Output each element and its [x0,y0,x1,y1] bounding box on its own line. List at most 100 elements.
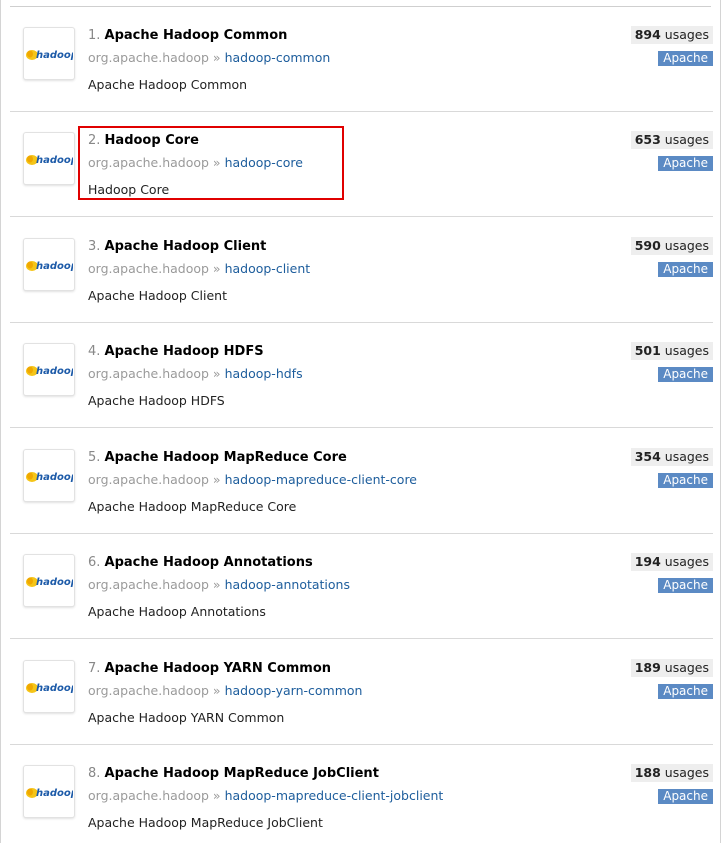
hadoop-elephant-icon: hadoop [26,682,73,694]
artifact-name-link[interactable]: Apache Hadoop Client [105,239,267,254]
license-badge[interactable]: Apache [658,789,713,804]
artifact-id-link[interactable]: hadoop-mapreduce-client-jobclient [225,788,444,803]
usage-count: 501 [634,343,661,358]
usage-label: usages [664,449,709,464]
list-item: hadoop 4. Apache Hadoop HDFS org.apache.… [10,323,713,428]
license-badge[interactable]: Apache [658,578,713,593]
artifact-name-link[interactable]: Apache Hadoop Annotations [105,555,313,570]
artifact-name-link[interactable]: Apache Hadoop YARN Common [105,661,332,676]
usage-count: 188 [634,765,661,780]
result-index: 4. [88,344,101,359]
usage-label: usages [664,238,709,253]
group-id-link[interactable]: org.apache.hadoop [88,577,209,592]
breadcrumb-separator: » [212,50,221,65]
result-index: 6. [88,555,101,570]
artifact-description: Apache Hadoop MapReduce JobClient [88,815,323,830]
artifact-title: 5. Apache Hadoop MapReduce Core [88,449,347,467]
group-id-link[interactable]: org.apache.hadoop [88,788,209,803]
artifact-title: 2. Hadoop Core [88,132,199,150]
hadoop-logo-icon[interactable]: hadoop [23,660,75,713]
artifact-id-link[interactable]: hadoop-mapreduce-client-core [225,472,417,487]
logo-text: hadoop [36,788,73,799]
artifact-title: 4. Apache Hadoop HDFS [88,343,264,361]
hadoop-logo-icon[interactable]: hadoop [23,449,75,502]
result-index: 3. [88,239,101,254]
artifact-description: Apache Hadoop Common [88,77,248,92]
logo-text: hadoop [36,261,73,272]
usages-badge[interactable]: 653 usages [630,131,713,149]
artifact-name-link[interactable]: Apache Hadoop HDFS [105,344,264,359]
artifact-description: Hadoop Core [88,182,170,197]
usage-label: usages [664,554,709,569]
group-id-link[interactable]: org.apache.hadoop [88,155,209,170]
usage-count: 354 [634,449,661,464]
usages-badge[interactable]: 590 usages [630,237,713,255]
breadcrumb-separator: » [212,472,221,487]
usage-label: usages [664,27,709,42]
artifact-id-link[interactable]: hadoop-hdfs [225,366,303,381]
breadcrumb-separator: » [212,261,221,276]
license-badge[interactable]: Apache [658,262,713,277]
logo-text: hadoop [36,577,73,588]
license-badge[interactable]: Apache [658,367,713,382]
group-id-link[interactable]: org.apache.hadoop [88,261,209,276]
artifact-description: Apache Hadoop HDFS [88,393,225,408]
usage-count: 653 [634,132,661,147]
result-index: 2. [88,133,101,148]
license-badge[interactable]: Apache [658,51,713,66]
breadcrumb-separator: » [212,577,221,592]
artifact-name-link[interactable]: Apache Hadoop MapReduce Core [105,450,347,465]
artifact-title: 7. Apache Hadoop YARN Common [88,660,331,678]
hadoop-elephant-icon: hadoop [26,787,73,799]
usages-badge[interactable]: 354 usages [630,448,713,466]
breadcrumb-separator: » [212,155,221,170]
hadoop-elephant-icon: hadoop [26,471,73,483]
hadoop-logo-icon[interactable]: hadoop [23,27,75,80]
artifact-id-link[interactable]: hadoop-yarn-common [225,683,363,698]
hadoop-logo-icon[interactable]: hadoop [23,343,75,396]
usage-label: usages [664,765,709,780]
logo-text: hadoop [36,472,73,483]
license-badge[interactable]: Apache [658,684,713,699]
artifact-id-link[interactable]: hadoop-common [225,50,331,65]
results-panel: hadoop 1. Apache Hadoop Common org.apach… [0,0,721,843]
result-index: 7. [88,661,101,676]
hadoop-elephant-icon: hadoop [26,576,73,588]
hadoop-logo-icon[interactable]: hadoop [23,238,75,291]
artifact-coordinates: org.apache.hadoop » hadoop-yarn-common [88,682,362,700]
hadoop-logo-icon[interactable]: hadoop [23,132,75,185]
hadoop-elephant-icon: hadoop [26,154,73,166]
logo-text: hadoop [36,155,73,166]
artifact-name-link[interactable]: Apache Hadoop MapReduce JobClient [105,766,379,781]
artifact-coordinates: org.apache.hadoop » hadoop-mapreduce-cli… [88,787,443,805]
list-item: hadoop 5. Apache Hadoop MapReduce Core o… [10,429,713,534]
hadoop-elephant-icon: hadoop [26,260,73,272]
hadoop-logo-icon[interactable]: hadoop [23,554,75,607]
artifact-name-link[interactable]: Hadoop Core [105,133,199,148]
hadoop-logo-icon[interactable]: hadoop [23,765,75,818]
artifact-name-link[interactable]: Apache Hadoop Common [105,28,288,43]
usages-badge[interactable]: 194 usages [630,553,713,571]
list-item: hadoop 2. Hadoop Core org.apache.hadoop … [10,112,713,217]
list-item: hadoop 8. Apache Hadoop MapReduce JobCli… [10,745,713,850]
usages-badge[interactable]: 894 usages [630,26,713,44]
artifact-id-link[interactable]: hadoop-annotations [225,577,350,592]
list-item: hadoop 6. Apache Hadoop Annotations org.… [10,534,713,639]
group-id-link[interactable]: org.apache.hadoop [88,366,209,381]
license-badge[interactable]: Apache [658,473,713,488]
artifact-coordinates: org.apache.hadoop » hadoop-client [88,260,310,278]
artifact-id-link[interactable]: hadoop-core [225,155,303,170]
artifact-id-link[interactable]: hadoop-client [225,261,311,276]
usages-badge[interactable]: 189 usages [630,659,713,677]
usages-badge[interactable]: 501 usages [630,342,713,360]
artifact-coordinates: org.apache.hadoop » hadoop-core [88,154,303,172]
group-id-link[interactable]: org.apache.hadoop [88,683,209,698]
logo-text: hadoop [36,366,73,377]
artifact-title: 6. Apache Hadoop Annotations [88,554,313,572]
license-badge[interactable]: Apache [658,156,713,171]
usages-badge[interactable]: 188 usages [630,764,713,782]
group-id-link[interactable]: org.apache.hadoop [88,472,209,487]
logo-text: hadoop [36,50,73,61]
usage-label: usages [664,343,709,358]
group-id-link[interactable]: org.apache.hadoop [88,50,209,65]
